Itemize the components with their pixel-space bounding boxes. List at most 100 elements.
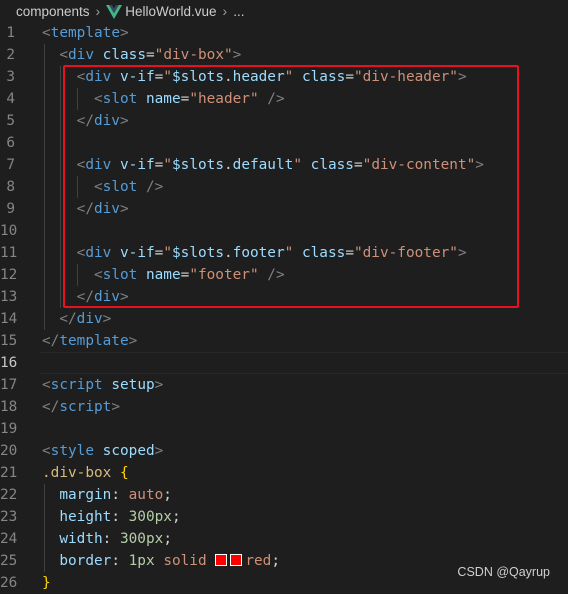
code-token: > bbox=[119, 25, 129, 41]
code-text[interactable]: margin: auto; bbox=[42, 484, 172, 506]
code-text[interactable]: <div class="div-box"> bbox=[42, 44, 241, 66]
code-line[interactable]: 2 <div class="div-box"> bbox=[0, 44, 568, 66]
line-number: 9 bbox=[6, 201, 15, 217]
code-text[interactable]: <script setup> bbox=[42, 374, 163, 396]
code-token: > bbox=[232, 47, 242, 63]
code-line[interactable]: 22 margin: auto; bbox=[0, 484, 568, 506]
breadcrumb-folder[interactable]: components bbox=[16, 4, 90, 19]
code-token: ; bbox=[271, 553, 280, 569]
code-token: ; bbox=[171, 509, 181, 525]
code-text[interactable]: border: 1px solid red; bbox=[42, 550, 280, 572]
code-text[interactable]: <template> bbox=[42, 22, 129, 44]
code-token: ; bbox=[163, 531, 172, 547]
line-number: 2 bbox=[6, 47, 15, 63]
line-number: 18 bbox=[0, 399, 18, 415]
code-token: border bbox=[59, 553, 112, 569]
code-line[interactable]: 1 <template> bbox=[0, 22, 568, 44]
code-token: margin bbox=[59, 487, 112, 503]
indent-guide bbox=[44, 220, 45, 242]
code-line[interactable]: 16 bbox=[0, 352, 568, 374]
indent-guide bbox=[60, 220, 61, 242]
code-token: setup bbox=[111, 377, 155, 393]
code-token: auto bbox=[128, 487, 164, 503]
code-token: style bbox=[50, 443, 94, 459]
code-token: template bbox=[59, 333, 129, 349]
code-token: div bbox=[76, 311, 103, 327]
breadcrumb-file[interactable]: HelloWorld.vue bbox=[125, 4, 216, 19]
line-number: 26 bbox=[0, 575, 18, 591]
line-number: 6 bbox=[6, 135, 15, 151]
line-number: 8 bbox=[6, 179, 15, 195]
vue-file-icon bbox=[106, 3, 125, 19]
code-token: { bbox=[119, 465, 129, 481]
code-text[interactable]: height: 300px; bbox=[42, 506, 181, 528]
chevron-right-icon: › bbox=[95, 3, 101, 19]
line-number: 14 bbox=[0, 311, 18, 327]
code-line[interactable]: 23 height: 300px; bbox=[0, 506, 568, 528]
code-line[interactable]: 17 <script setup> bbox=[0, 374, 568, 396]
code-text[interactable]: <style scoped> bbox=[42, 440, 163, 462]
code-token: > bbox=[154, 377, 164, 393]
line-number: 16 bbox=[0, 355, 18, 371]
code-token: : bbox=[111, 553, 129, 569]
code-token: < bbox=[59, 47, 68, 63]
line-number: 4 bbox=[6, 91, 15, 107]
line-number: 20 bbox=[0, 443, 18, 459]
code-text[interactable]: </script> bbox=[42, 396, 120, 418]
code-token: > bbox=[128, 333, 138, 349]
line-number: 23 bbox=[0, 509, 18, 525]
code-line[interactable]: 18 </script> bbox=[0, 396, 568, 418]
indent-guide bbox=[60, 132, 61, 154]
code-token: </ bbox=[59, 311, 77, 327]
line-number: 13 bbox=[0, 289, 18, 305]
line-number: 22 bbox=[0, 487, 18, 503]
code-token: : bbox=[111, 487, 129, 503]
code-token: 300px bbox=[128, 509, 172, 525]
color-swatch[interactable] bbox=[215, 554, 228, 566]
code-token: script bbox=[59, 399, 112, 415]
code-text[interactable]: </div> bbox=[42, 308, 111, 330]
line-number: 21 bbox=[0, 465, 18, 481]
code-text[interactable]: .div-box { bbox=[42, 462, 129, 484]
code-token: width bbox=[59, 531, 103, 547]
code-line[interactable]: 21 .div-box { bbox=[0, 462, 568, 484]
code-token: : bbox=[111, 509, 129, 525]
line-number: 10 bbox=[0, 223, 18, 239]
breadcrumb: components › HelloWorld.vue › ... bbox=[0, 0, 568, 22]
code-token: div bbox=[68, 47, 94, 63]
code-text[interactable]: width: 300px; bbox=[42, 528, 172, 550]
code-line[interactable]: 19 bbox=[0, 418, 568, 440]
color-swatch[interactable] bbox=[230, 554, 243, 566]
breadcrumb-more[interactable]: ... bbox=[233, 4, 244, 19]
code-token: < bbox=[42, 443, 51, 459]
code-token: solid bbox=[163, 553, 207, 569]
line-number: 5 bbox=[6, 113, 15, 129]
code-token: </ bbox=[42, 399, 60, 415]
line-number: 25 bbox=[0, 553, 18, 569]
code-line[interactable]: 15 </template> bbox=[0, 330, 568, 352]
code-token: height bbox=[59, 509, 112, 525]
line-number: 19 bbox=[0, 421, 18, 437]
code-token: scoped bbox=[102, 443, 155, 459]
indent-guide bbox=[44, 132, 45, 154]
code-token: script bbox=[50, 377, 103, 393]
code-line[interactable]: 14 </div> bbox=[0, 308, 568, 330]
line-number: 3 bbox=[6, 69, 15, 85]
chevron-right-icon: › bbox=[222, 3, 228, 19]
code-text[interactable]: </template> bbox=[42, 330, 137, 352]
code-text[interactable]: } bbox=[42, 572, 51, 594]
code-line[interactable]: 20 <style scoped> bbox=[0, 440, 568, 462]
code-token: 1px bbox=[128, 553, 155, 569]
code-token: "div-box" bbox=[154, 47, 233, 63]
code-token: template bbox=[50, 25, 120, 41]
code-line[interactable]: 24 width: 300px; bbox=[0, 528, 568, 550]
code-token: class bbox=[102, 47, 146, 63]
